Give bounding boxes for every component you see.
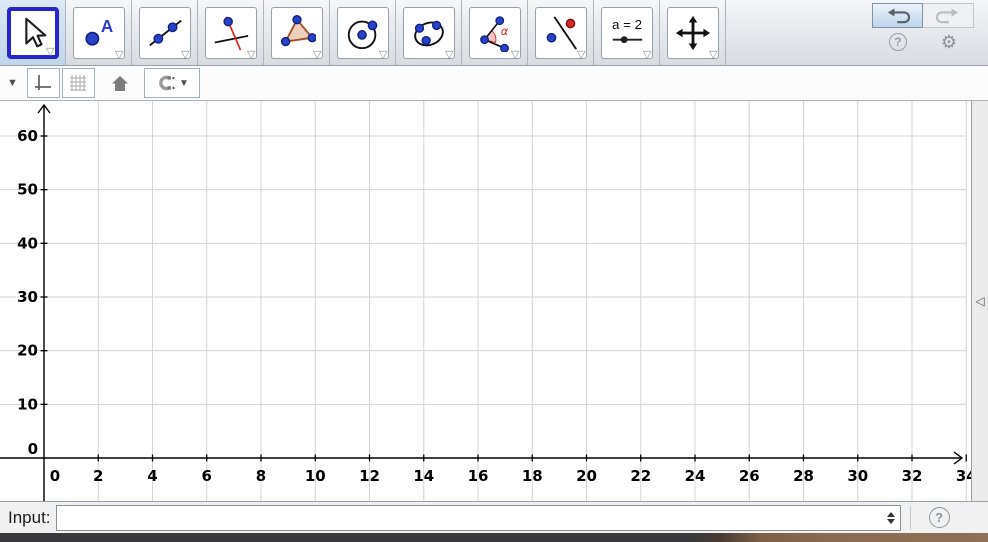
grid-icon bbox=[69, 74, 87, 92]
tool-slider-button[interactable]: a = 2 ▽ bbox=[594, 0, 660, 65]
tool-line-button[interactable]: ▽ bbox=[132, 0, 198, 65]
svg-text:28: 28 bbox=[793, 467, 814, 485]
svg-text:2: 2 bbox=[93, 467, 103, 485]
tool-dropdown-icon[interactable]: ▽ bbox=[643, 50, 651, 61]
help-icon[interactable]: ? bbox=[889, 33, 907, 51]
tool-dropdown-icon[interactable]: ▽ bbox=[379, 50, 387, 61]
move-graphics-view-icon bbox=[674, 14, 712, 52]
input-field[interactable] bbox=[56, 505, 901, 531]
input-field-wrap bbox=[56, 505, 901, 531]
svg-text:10: 10 bbox=[305, 467, 326, 485]
svg-text:30: 30 bbox=[17, 288, 38, 306]
undo-icon bbox=[883, 6, 913, 26]
axes-icon bbox=[34, 74, 52, 92]
magnet-icon bbox=[155, 75, 175, 91]
point-icon: A bbox=[80, 14, 118, 52]
input-history-stepper[interactable] bbox=[886, 509, 897, 527]
home-icon bbox=[111, 75, 129, 92]
main-toolbar: ▽ A ▽ ▽ bbox=[0, 0, 988, 66]
tool-dropdown-icon[interactable]: ▽ bbox=[445, 50, 453, 61]
desktop-edge-strip bbox=[0, 533, 988, 542]
polygon-icon bbox=[278, 14, 316, 52]
tool-angle-button[interactable]: α ▽ bbox=[462, 0, 528, 65]
svg-text:8: 8 bbox=[256, 467, 266, 485]
svg-text:12: 12 bbox=[359, 467, 380, 485]
reflect-about-line-icon bbox=[542, 14, 580, 52]
svg-text:4: 4 bbox=[147, 467, 157, 485]
tool-polygon-button[interactable]: ▽ bbox=[264, 0, 330, 65]
svg-text:10: 10 bbox=[17, 395, 38, 413]
angle-icon: α bbox=[476, 14, 514, 52]
show-grid-button[interactable] bbox=[62, 68, 95, 98]
line-icon bbox=[146, 14, 184, 52]
style-bar: ▼ bbox=[0, 66, 988, 101]
input-help-button[interactable]: ? bbox=[929, 507, 950, 528]
svg-text:40: 40 bbox=[17, 234, 38, 252]
svg-text:0: 0 bbox=[28, 440, 38, 458]
input-bar-divider bbox=[910, 506, 911, 530]
tool-circle-button[interactable]: ▽ bbox=[330, 0, 396, 65]
svg-text:50: 50 bbox=[17, 181, 38, 199]
tool-dropdown-icon[interactable]: ▽ bbox=[247, 50, 255, 61]
svg-text:6: 6 bbox=[202, 467, 212, 485]
settings-gear-icon[interactable]: ⚙ bbox=[941, 33, 957, 51]
redo-button[interactable] bbox=[923, 3, 974, 28]
tool-dropdown-icon[interactable]: ▽ bbox=[313, 50, 321, 61]
svg-text:20: 20 bbox=[17, 342, 38, 360]
tool-move-graphics-view-button[interactable]: ▽ bbox=[660, 0, 726, 65]
right-panel-strip: ◁ bbox=[971, 101, 988, 501]
point-label: A bbox=[100, 17, 112, 36]
graphics-view-canvas[interactable]: 0246810121416182022242628303234010203040… bbox=[0, 101, 971, 501]
tool-dropdown-icon[interactable]: ▽ bbox=[511, 50, 519, 61]
point-capturing-button[interactable]: ▼ bbox=[144, 68, 200, 98]
tool-dropdown-icon[interactable]: ▽ bbox=[115, 50, 123, 61]
header-action-icons: ? ⚙ bbox=[872, 31, 974, 53]
svg-text:20: 20 bbox=[576, 467, 597, 485]
tool-dropdown-icon[interactable]: ▽ bbox=[181, 50, 189, 61]
slider-label: a = 2 bbox=[612, 17, 642, 32]
tool-perpendicular-line-button[interactable]: ▽ bbox=[198, 0, 264, 65]
graphics-view[interactable]: 0246810121416182022242628303234010203040… bbox=[0, 101, 971, 501]
slider-icon: a = 2 bbox=[608, 14, 646, 52]
svg-text:16: 16 bbox=[468, 467, 489, 485]
collapse-panel-icon[interactable]: ◁ bbox=[975, 295, 984, 307]
svg-text:14: 14 bbox=[413, 467, 434, 485]
svg-text:22: 22 bbox=[630, 467, 651, 485]
tool-point-button[interactable]: A ▽ bbox=[66, 0, 132, 65]
redo-icon bbox=[933, 6, 963, 26]
undo-button[interactable] bbox=[872, 3, 923, 28]
svg-text:30: 30 bbox=[847, 467, 868, 485]
tool-dropdown-icon[interactable]: ▽ bbox=[709, 50, 717, 61]
stepper-down-icon[interactable] bbox=[887, 519, 895, 524]
ellipse-icon bbox=[410, 14, 448, 52]
tool-move-button[interactable]: ▽ bbox=[0, 0, 66, 65]
svg-text:0: 0 bbox=[50, 467, 60, 485]
stepper-up-icon[interactable] bbox=[887, 512, 895, 517]
svg-text:60: 60 bbox=[17, 127, 38, 145]
input-bar: Input: ? bbox=[0, 501, 988, 533]
show-axes-button[interactable] bbox=[27, 68, 60, 98]
tool-dropdown-icon[interactable]: ▽ bbox=[577, 50, 585, 61]
perpendicular-line-icon bbox=[212, 14, 250, 52]
angle-label: α bbox=[500, 23, 508, 37]
svg-text:18: 18 bbox=[522, 467, 543, 485]
circle-icon bbox=[344, 14, 382, 52]
tool-reflect-button[interactable]: ▽ bbox=[528, 0, 594, 65]
svg-text:26: 26 bbox=[739, 467, 760, 485]
point-capturing-dropdown-icon[interactable]: ▼ bbox=[179, 78, 189, 89]
svg-text:24: 24 bbox=[685, 467, 706, 485]
style-bar-menu-icon[interactable]: ▼ bbox=[7, 77, 18, 89]
geogebra-window: ▽ A ▽ ▽ bbox=[0, 0, 988, 542]
tool-ellipse-button[interactable]: ▽ bbox=[396, 0, 462, 65]
standard-view-home-button[interactable] bbox=[105, 68, 135, 98]
history-buttons bbox=[872, 3, 974, 28]
svg-text:34: 34 bbox=[956, 467, 971, 485]
input-label: Input: bbox=[8, 508, 51, 528]
tool-dropdown-icon[interactable]: ▽ bbox=[46, 47, 54, 58]
svg-text:32: 32 bbox=[902, 467, 923, 485]
